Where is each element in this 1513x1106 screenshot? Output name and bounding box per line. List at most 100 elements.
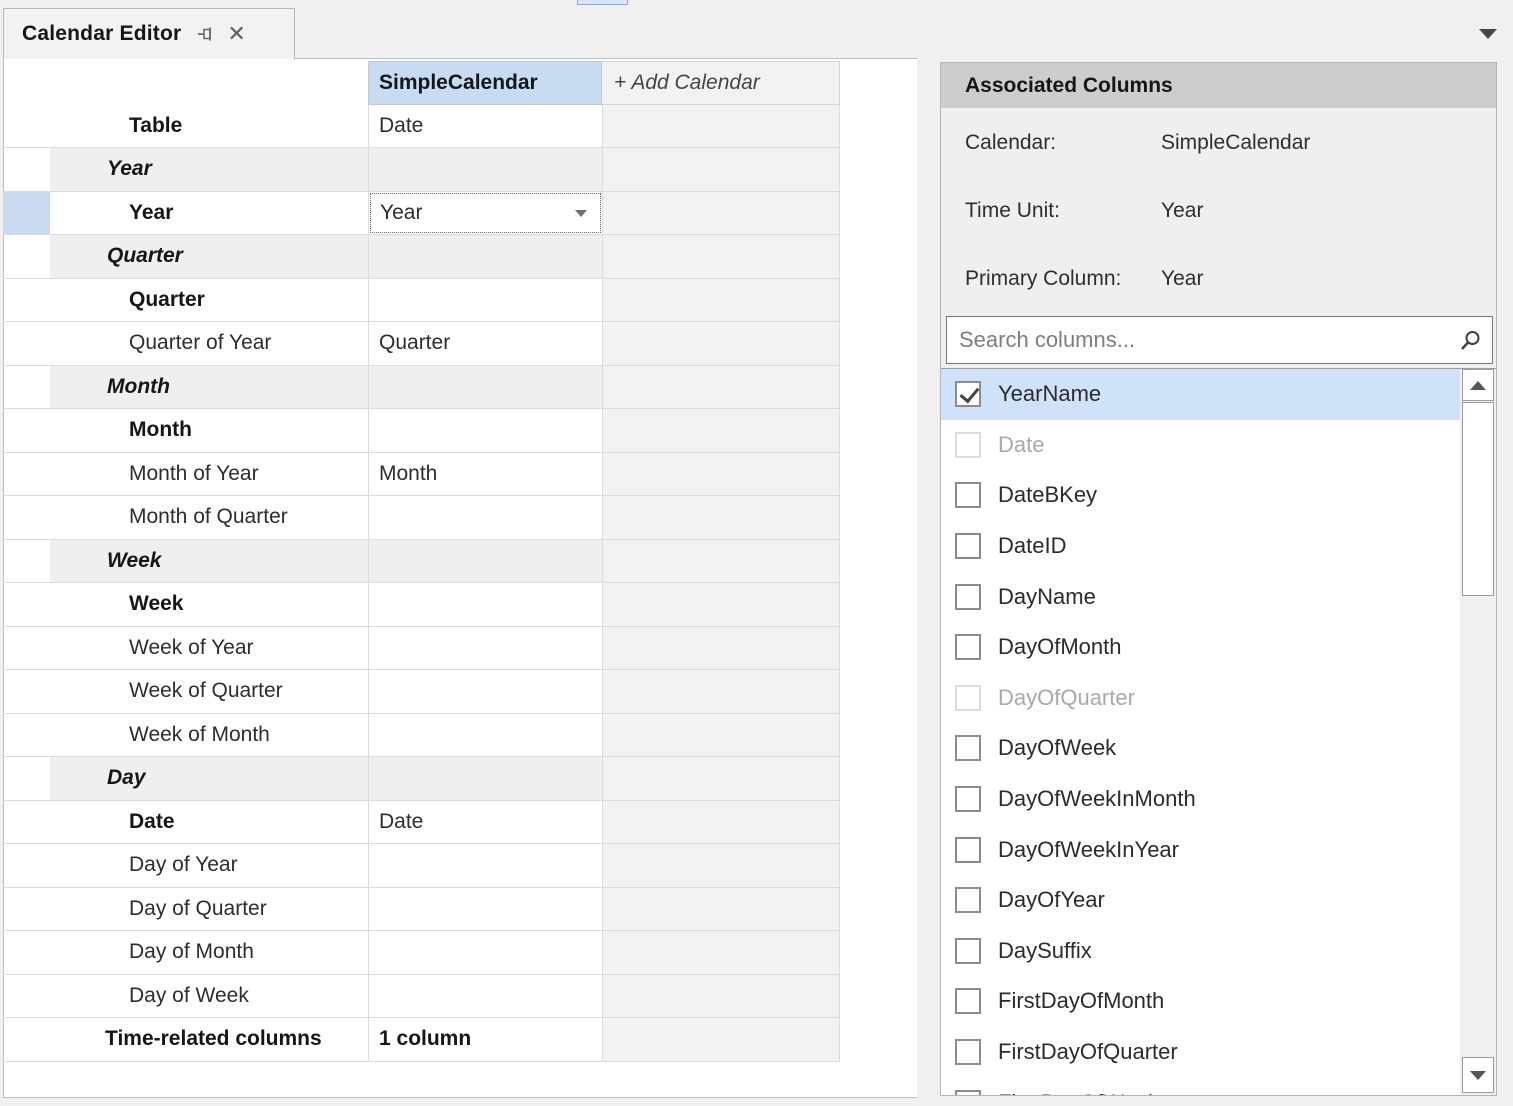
pin-icon[interactable]: [195, 22, 219, 46]
row-selector-gutter[interactable]: [3, 757, 50, 800]
tab-calendar-editor[interactable]: Calendar Editor ✕: [3, 8, 295, 59]
checkbox[interactable]: [955, 432, 981, 458]
row-value-cell[interactable]: [368, 757, 602, 800]
checkbox[interactable]: [955, 634, 981, 660]
checkbox[interactable]: [955, 837, 981, 863]
table-row[interactable]: Table Date: [3, 105, 840, 149]
row-value-cell[interactable]: [368, 714, 602, 757]
table-row[interactable]: Quarter of Year Quarter: [3, 322, 840, 366]
table-row[interactable]: Week: [3, 540, 840, 584]
row-value-cell[interactable]: [368, 888, 602, 931]
table-row[interactable]: Day: [3, 757, 840, 801]
table-row[interactable]: Week: [3, 583, 840, 627]
close-icon[interactable]: ✕: [227, 23, 245, 45]
checkbox[interactable]: [955, 786, 981, 812]
row-value-cell[interactable]: [368, 409, 602, 452]
table-row[interactable]: Day of Year: [3, 844, 840, 888]
row-value-cell[interactable]: [368, 366, 602, 409]
row-value-cell[interactable]: Month: [368, 453, 602, 496]
column-list-item[interactable]: DaySuffix: [941, 926, 1496, 977]
column-list-item[interactable]: DayOfWeek: [941, 723, 1496, 774]
checkbox[interactable]: [955, 1090, 981, 1095]
row-selector-gutter[interactable]: [3, 583, 50, 626]
row-selector-gutter[interactable]: [3, 105, 50, 148]
row-selector-gutter[interactable]: [3, 975, 50, 1018]
column-list-item[interactable]: DayOfWeekInYear: [941, 824, 1496, 875]
checkbox[interactable]: [955, 533, 981, 559]
table-row[interactable]: Day of Week: [3, 975, 840, 1019]
row-value-cell[interactable]: [368, 670, 602, 713]
table-row[interactable]: Quarter: [3, 235, 840, 279]
column-list-item[interactable]: DayOfWeekInMonth: [941, 774, 1496, 825]
search-icon[interactable]: [1458, 329, 1482, 358]
row-selector-gutter[interactable]: [3, 801, 50, 844]
column-list-item[interactable]: FirstDayOfQuarter: [941, 1027, 1496, 1078]
table-row[interactable]: Week of Month: [3, 714, 840, 758]
row-value-cell[interactable]: [368, 148, 602, 191]
list-scrollbar[interactable]: [1460, 369, 1496, 1095]
checkbox[interactable]: [955, 988, 981, 1014]
checkbox[interactable]: [955, 482, 981, 508]
row-value-cell[interactable]: [368, 279, 602, 322]
table-row[interactable]: Month: [3, 409, 840, 453]
row-selector-gutter[interactable]: [3, 931, 50, 974]
table-row[interactable]: Month: [3, 366, 840, 410]
row-value-cell[interactable]: [368, 583, 602, 626]
column-list-item[interactable]: DayOfYear: [941, 875, 1496, 926]
checkbox[interactable]: [955, 1039, 981, 1065]
row-selector-gutter[interactable]: [3, 670, 50, 713]
row-selector-gutter[interactable]: [3, 235, 50, 278]
row-value-cell[interactable]: [368, 235, 602, 278]
checkbox[interactable]: [955, 584, 981, 610]
table-row[interactable]: Day of Month: [3, 931, 840, 975]
column-list-item[interactable]: DayName: [941, 571, 1496, 622]
row-value-cell[interactable]: 1 column: [368, 1018, 602, 1061]
chevron-down-icon[interactable]: [1479, 29, 1497, 39]
row-selector-gutter[interactable]: [3, 453, 50, 496]
search-input[interactable]: [947, 317, 1492, 363]
row-selector-gutter[interactable]: [3, 148, 50, 191]
row-value-cell[interactable]: [368, 844, 602, 887]
row-selector-gutter[interactable]: [3, 714, 50, 757]
column-list-item[interactable]: DayOfQuarter: [941, 673, 1496, 724]
table-row[interactable]: Month of Quarter: [3, 496, 840, 540]
column-list-item[interactable]: YearName: [941, 369, 1496, 420]
checkbox[interactable]: [955, 685, 981, 711]
checkbox[interactable]: [955, 735, 981, 761]
row-selector-gutter[interactable]: [3, 409, 50, 452]
scroll-up-button[interactable]: [1462, 369, 1494, 401]
row-selector-gutter[interactable]: [3, 540, 50, 583]
row-value-cell[interactable]: Year: [368, 192, 602, 235]
row-selector-gutter[interactable]: [3, 279, 50, 322]
table-row[interactable]: Year Year: [3, 192, 840, 236]
table-row[interactable]: Week of Quarter: [3, 670, 840, 714]
table-row[interactable]: Quarter: [3, 279, 840, 323]
scrollbar-thumb[interactable]: [1462, 402, 1494, 596]
row-selector-gutter[interactable]: [3, 844, 50, 887]
scroll-down-button[interactable]: [1462, 1057, 1494, 1093]
table-row[interactable]: Time-related columns 1 column: [3, 1018, 840, 1062]
row-selector-gutter[interactable]: [3, 888, 50, 931]
row-value-cell[interactable]: Date: [368, 105, 602, 148]
table-row[interactable]: Month of Year Month: [3, 453, 840, 497]
calendar-column-header[interactable]: SimpleCalendar: [368, 61, 602, 105]
row-value-cell[interactable]: Quarter: [368, 322, 602, 365]
table-row[interactable]: Date Date: [3, 801, 840, 845]
column-list-item[interactable]: DateBKey: [941, 470, 1496, 521]
checkbox[interactable]: [955, 381, 981, 407]
checkbox[interactable]: [955, 938, 981, 964]
row-value-cell[interactable]: [368, 975, 602, 1018]
row-selector-gutter[interactable]: [3, 496, 50, 539]
column-list-item[interactable]: DateID: [941, 521, 1496, 572]
add-calendar-button[interactable]: + Add Calendar: [602, 61, 840, 105]
column-list-item[interactable]: FirstDayOfMonth: [941, 976, 1496, 1027]
row-value-cell[interactable]: [368, 540, 602, 583]
column-list-item[interactable]: FirstDayOfWeek: [941, 1077, 1496, 1095]
row-selector-gutter[interactable]: [3, 627, 50, 670]
row-selector-gutter[interactable]: [3, 366, 50, 409]
row-selector-gutter[interactable]: [3, 322, 50, 365]
checkbox[interactable]: [955, 887, 981, 913]
column-list-item[interactable]: Date: [941, 420, 1496, 471]
row-value-cell[interactable]: [368, 931, 602, 974]
row-value-cell[interactable]: Date: [368, 801, 602, 844]
